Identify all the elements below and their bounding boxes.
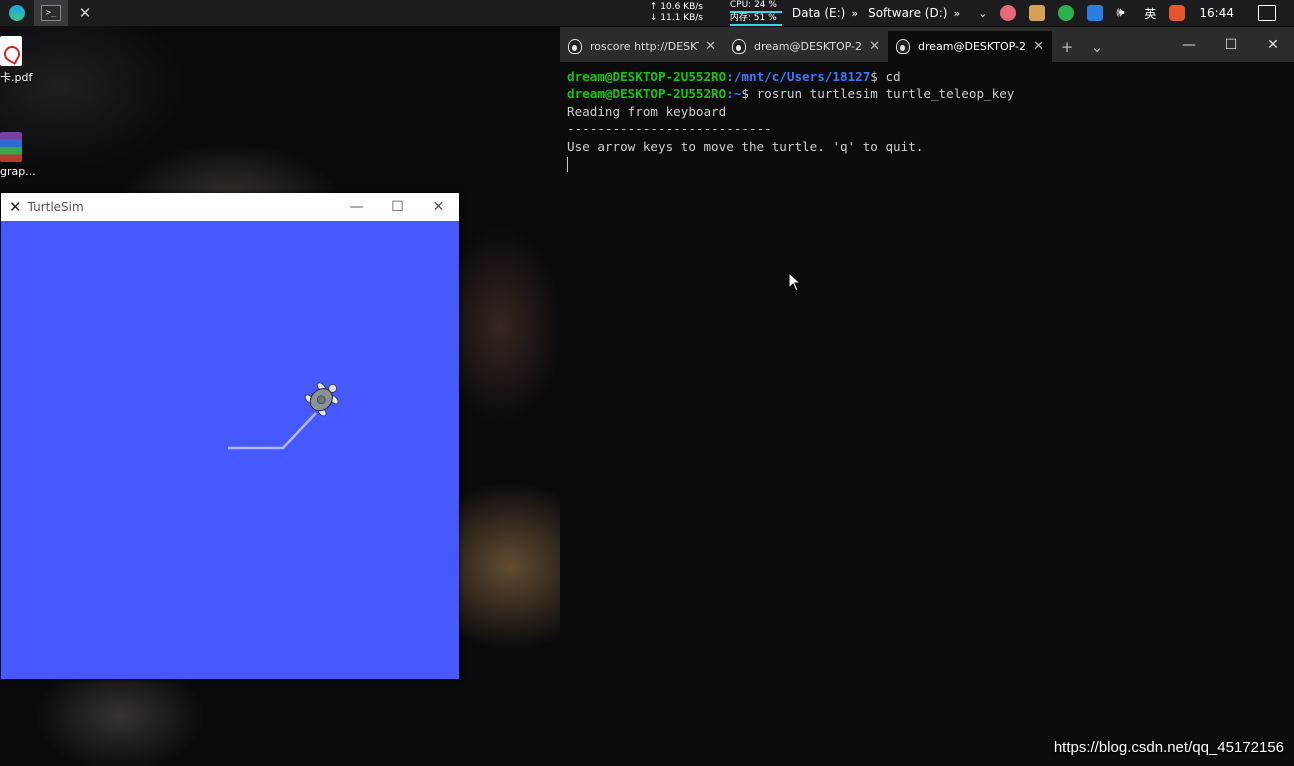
net-speed-widget: ↑ 10.6 KB/s ↓ 11.1 KB/s [650,2,720,24]
clock[interactable]: 16:44 [1199,6,1234,20]
mouse-pointer-icon [788,272,802,292]
turtle-icon [304,382,339,417]
tab-dream-1[interactable]: dream@DESKTOP-2U ✕ [724,31,888,62]
tab-label: roscore http://DESKT [590,40,700,53]
linux-tux-icon [896,39,910,54]
cat-app-icon[interactable] [1029,5,1046,21]
net-upload: ↑ 10.6 KB/s [649,2,703,12]
tab-close-icon[interactable]: ✕ [869,39,880,54]
maximize-button[interactable]: ☐ [377,193,418,221]
terminal-window[interactable]: roscore http://DESKT ✕ dream@DESKTOP-2U … [560,27,1294,766]
rar-archive-icon [0,132,22,162]
volume-icon[interactable]: 🕪 [1116,5,1132,21]
edge-taskbar-button[interactable] [0,0,34,26]
prompt-line: dream@DESKTOP-2U552RO:~$ rosrun turtlesi… [567,85,1287,102]
close-button[interactable]: ✕ [1252,27,1294,62]
net-download: ↓ 11.1 KB/s [649,13,703,23]
xserver-taskbar-button[interactable]: ✕ [68,0,102,26]
chevron-icon[interactable]: » [953,7,960,20]
linux-tux-icon [568,39,582,54]
minimize-button[interactable]: — [1168,27,1210,62]
drive-data-link[interactable]: Data (E:) [792,6,845,20]
turtlesim-window[interactable]: ✕ TurtleSim — ☐ ✕ [1,193,459,679]
terminal-tabbar: roscore http://DESKT ✕ dream@DESKTOP-2U … [560,27,1294,62]
bluetooth-icon[interactable] [1087,5,1104,21]
prompt-path: :/mnt/c/Users/18127 [726,69,871,84]
tab-dropdown-button[interactable]: ⌄ [1082,31,1112,62]
terminal-icon: >_ [41,5,61,21]
edge-icon [9,5,25,21]
prompt-command: $ cd [870,69,901,84]
watermark: https://blog.csdn.net/qq_45172156 [1053,739,1284,756]
tab-roscore[interactable]: roscore http://DESKT ✕ [560,31,724,62]
notification-center-icon[interactable] [1258,5,1276,21]
prompt-user: dream@DESKTOP-2U552RO [567,69,727,84]
desktop-icon-archive[interactable]: grap... [0,132,44,178]
desktop-icon-pdf[interactable]: 卡.pdf [0,36,44,85]
output-line: Use arrow keys to move the turtle. 'q' t… [567,138,924,154]
turtlesim-canvas [1,221,459,679]
prompt-user: dream@DESKTOP-2U552RO [567,86,727,102]
tab-label: dream@DESKTOP-2U [754,40,864,53]
prompt-line: dream@DESKTOP-2U552RO:/mnt/c/Users/18127… [567,68,1287,85]
pdf-file-icon [0,36,22,66]
maximize-button[interactable]: ☐ [1210,27,1252,62]
prompt-command: $ rosrun turtlesim turtle_teleop_key [741,86,1015,102]
turtlesim-titlebar[interactable]: ✕ TurtleSim — ☐ ✕ [1,193,459,221]
x-logo-icon: ✕ [78,4,92,22]
linux-tux-icon [732,39,746,54]
flower-app-icon[interactable] [1000,5,1017,21]
new-tab-button[interactable]: + [1052,31,1082,62]
terminal-output[interactable]: dream@DESKTOP-2U552RO:/mnt/c/Users/18127… [560,62,1294,178]
x-logo-icon: ✕ [9,198,22,216]
tab-dream-2[interactable]: dream@DESKTOP-2U ✕ [888,31,1052,62]
cpu-usage: CPU: 24 % [729,0,782,13]
window-title: TurtleSim [27,200,84,214]
desktop-icon-label: 卡.pdf [0,71,33,84]
close-button[interactable]: ✕ [418,193,459,221]
drive-software-link[interactable]: Software (D:) [868,6,947,20]
output-line: --------------------------- [567,121,772,137]
turtle-canvas-svg [228,382,339,450]
taskbar: >_ ✕ ↑ 10.6 KB/s ↓ 11.1 KB/s CPU: 24 % 内… [0,0,1294,26]
turtle-trail [228,412,317,450]
tab-label: dream@DESKTOP-2U [918,40,1028,53]
perf-widget: CPU: 24 % 内存: 51 % [729,0,782,26]
show-hidden-icons-icon[interactable]: ⌄ [978,7,987,20]
text-cursor [567,157,568,173]
tab-close-icon[interactable]: ✕ [1033,39,1044,54]
prompt-path: :~ [726,86,742,102]
tab-close-icon[interactable]: ✕ [705,39,716,54]
minimize-button[interactable]: — [336,193,377,221]
memory-usage: 内存: 51 % [729,13,782,26]
chevron-icon[interactable]: » [851,7,858,20]
desktop-icon-label: grap... [0,165,36,178]
output-line: Reading from keyboard [567,103,727,119]
terminal-taskbar-button[interactable]: >_ [34,0,68,26]
sogou-ime-icon[interactable] [1169,5,1186,21]
wechat-icon[interactable] [1058,5,1075,21]
ime-indicator[interactable]: 英 [1144,5,1156,22]
